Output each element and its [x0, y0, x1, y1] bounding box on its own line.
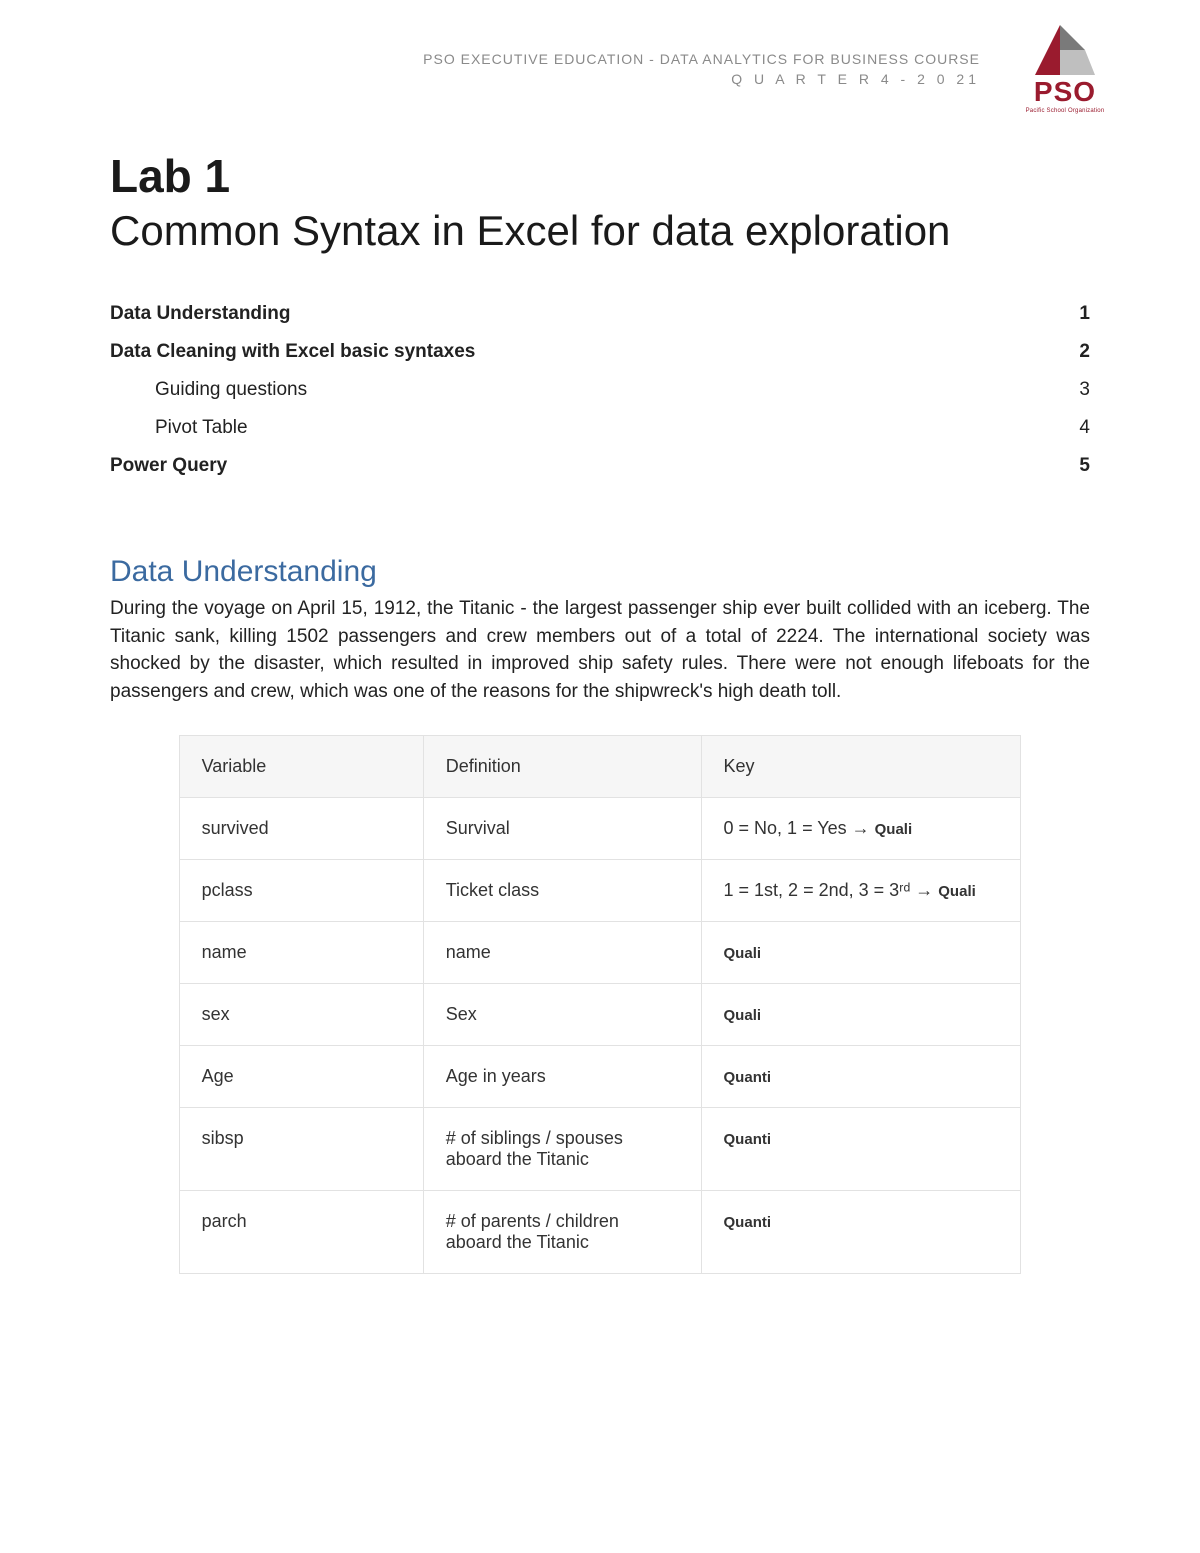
- table-row: Age Age in years Quanti: [179, 1046, 1021, 1108]
- variable-definition-table: Variable Definition Key survived Surviva…: [179, 735, 1022, 1274]
- toc-page-number: 2: [1070, 333, 1090, 371]
- key-prefix: 0 = No, 1 = Yes →: [724, 818, 875, 838]
- page-header: PSO EXECUTIVE EDUCATION - DATA ANALYTICS…: [110, 50, 980, 89]
- toc-entry[interactable]: Guiding questions 3: [110, 371, 1090, 409]
- table-body: survived Survival 0 = No, 1 = Yes → Qual…: [179, 798, 1021, 1274]
- key-tag: Quali: [724, 1007, 762, 1024]
- key-tag: Quali: [875, 821, 913, 838]
- cell-key: Quali: [701, 922, 1021, 984]
- logo-text: PSO: [1034, 76, 1096, 108]
- key-tag: Quanti: [724, 1131, 772, 1148]
- header-course-line: PSO EXECUTIVE EDUCATION - DATA ANALYTICS…: [110, 50, 980, 70]
- key-tag: Quali: [938, 883, 976, 900]
- toc-label: Power Query: [110, 447, 227, 485]
- toc-entry[interactable]: Data Cleaning with Excel basic syntaxes …: [110, 333, 1090, 371]
- cell-variable: parch: [179, 1191, 423, 1274]
- key-tag: Quanti: [724, 1214, 772, 1231]
- table-row: name name Quali: [179, 922, 1021, 984]
- cell-key: Quanti: [701, 1046, 1021, 1108]
- cell-key: Quali: [701, 984, 1021, 1046]
- cell-definition: name: [423, 922, 701, 984]
- toc-page-number: 5: [1070, 447, 1090, 485]
- table-header-variable: Variable: [179, 736, 423, 798]
- section-heading: Data Understanding: [110, 555, 1090, 589]
- cell-definition: Survival: [423, 798, 701, 860]
- table-row: survived Survival 0 = No, 1 = Yes → Qual…: [179, 798, 1021, 860]
- cell-variable: name: [179, 922, 423, 984]
- cell-variable: Age: [179, 1046, 423, 1108]
- section-paragraph: During the voyage on April 15, 1912, the…: [110, 595, 1090, 705]
- cell-definition: Ticket class: [423, 860, 701, 922]
- cell-variable: sibsp: [179, 1108, 423, 1191]
- table-row: sex Sex Quali: [179, 984, 1021, 1046]
- toc-page-number: 3: [1070, 371, 1090, 409]
- table-of-contents: Data Understanding 1 Data Cleaning with …: [110, 295, 1090, 485]
- cell-definition: # of siblings / spouses aboard the Titan…: [423, 1108, 701, 1191]
- toc-page-number: 4: [1070, 409, 1090, 447]
- table-row: sibsp # of siblings / spouses aboard the…: [179, 1108, 1021, 1191]
- cell-key: Quanti: [701, 1191, 1021, 1274]
- cell-variable: pclass: [179, 860, 423, 922]
- cell-definition: Sex: [423, 984, 701, 1046]
- table-header-definition: Definition: [423, 736, 701, 798]
- key-tag: Quanti: [724, 1069, 772, 1086]
- key-prefix: 1 = 1st, 2 = 2nd, 3 = 3ʳᵈ →: [724, 880, 939, 900]
- lab-subtitle: Common Syntax in Excel for data explorat…: [110, 207, 1090, 255]
- toc-entry[interactable]: Power Query 5: [110, 447, 1090, 485]
- cell-definition: # of parents / children aboard the Titan…: [423, 1191, 701, 1274]
- toc-label: Data Cleaning with Excel basic syntaxes: [110, 333, 475, 371]
- cell-key: 1 = 1st, 2 = 2nd, 3 = 3ʳᵈ → Quali: [701, 860, 1021, 922]
- cell-definition: Age in years: [423, 1046, 701, 1108]
- table-row: pclass Ticket class 1 = 1st, 2 = 2nd, 3 …: [179, 860, 1021, 922]
- table-row: parch # of parents / children aboard the…: [179, 1191, 1021, 1274]
- toc-page-number: 1: [1070, 295, 1090, 333]
- cell-key: Quanti: [701, 1108, 1021, 1191]
- toc-label: Guiding questions: [110, 371, 307, 409]
- key-tag: Quali: [724, 945, 762, 962]
- logo-mark-icon: [1025, 20, 1105, 80]
- table-header-row: Variable Definition Key: [179, 736, 1021, 798]
- cell-variable: survived: [179, 798, 423, 860]
- cell-variable: sex: [179, 984, 423, 1046]
- cell-key: 0 = No, 1 = Yes → Quali: [701, 798, 1021, 860]
- lab-number-title: Lab 1: [110, 149, 1090, 203]
- document-page: PSO Pacific School Organization PSO EXEC…: [0, 0, 1200, 1553]
- table-header-key: Key: [701, 736, 1021, 798]
- header-quarter-line: Q U A R T E R 4 - 2 0 21: [110, 70, 980, 90]
- toc-entry[interactable]: Pivot Table 4: [110, 409, 1090, 447]
- toc-label: Pivot Table: [110, 409, 248, 447]
- toc-label: Data Understanding: [110, 295, 291, 333]
- logo-subtext: Pacific School Organization: [1026, 108, 1105, 114]
- toc-entry[interactable]: Data Understanding 1: [110, 295, 1090, 333]
- pso-logo: PSO Pacific School Organization: [1010, 20, 1120, 130]
